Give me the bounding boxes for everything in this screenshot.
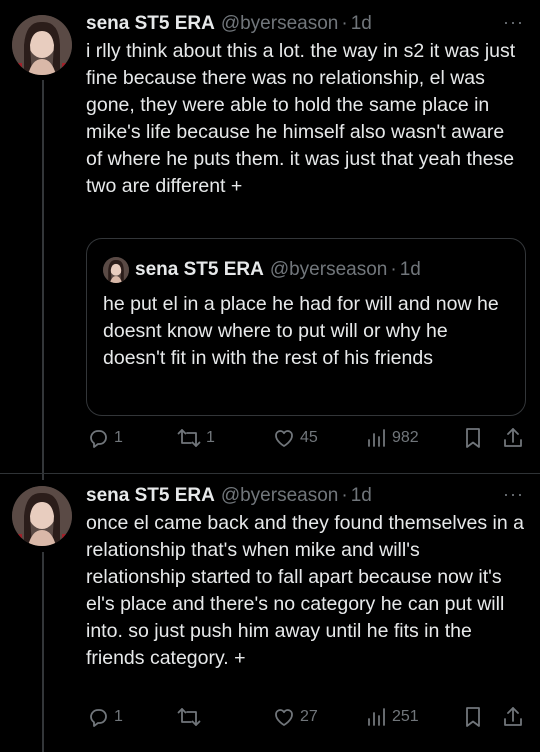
quote-header: sena ST5 ERA @byerseason · 1d [103, 257, 421, 283]
display-name[interactable]: sena ST5 ERA [86, 12, 215, 36]
share-button[interactable] [502, 705, 524, 729]
action-bar: 1 1 45 982 [86, 426, 526, 454]
bookmark-icon [466, 707, 480, 727]
retweet-button[interactable]: 1 [176, 426, 215, 450]
views-icon [368, 708, 385, 726]
bookmark-button[interactable] [462, 426, 484, 450]
quote-tweet[interactable]: sena ST5 ERA @byerseason · 1d he put el … [86, 238, 526, 416]
tweet-header: sena ST5 ERA @byerseason · 1d [86, 484, 524, 508]
view-count: 251 [392, 708, 419, 725]
tweet[interactable]: sena ST5 ERA @byerseason · 1d ··· i rlly… [0, 0, 540, 470]
separator-dot: · [341, 485, 348, 506]
share-icon [504, 707, 522, 726]
retweet-icon [177, 708, 201, 726]
reply-icon [90, 430, 107, 448]
quote-username: @byerseason [269, 259, 388, 280]
avatar[interactable] [12, 486, 72, 546]
tweet-text: i rlly think about this a lot. the way i… [86, 40, 516, 197]
share-icon [504, 428, 522, 447]
display-name[interactable]: sena ST5 ERA [86, 484, 215, 508]
separator-dot: · [390, 259, 397, 280]
reply-button[interactable]: 1 [86, 426, 123, 450]
share-button[interactable] [502, 426, 524, 450]
retweet-button[interactable] [176, 705, 206, 729]
heart-icon [275, 709, 293, 726]
avatar[interactable] [12, 15, 72, 75]
views-button[interactable]: 251 [366, 705, 419, 729]
like-count: 27 [300, 708, 318, 725]
like-button[interactable]: 45 [272, 426, 318, 450]
username[interactable]: @byerseason [221, 12, 339, 36]
reply-icon [90, 709, 107, 727]
view-count: 982 [392, 429, 419, 446]
retweet-count: 1 [206, 429, 215, 446]
tweet[interactable]: sena ST5 ERA @byerseason · 1d ··· once e… [0, 474, 540, 752]
action-bar: 1 27 251 [86, 705, 526, 733]
reply-button[interactable]: 1 [86, 705, 123, 729]
separator-dot: · [341, 13, 348, 34]
reply-count: 1 [114, 429, 123, 446]
like-count: 45 [300, 429, 318, 446]
timestamp[interactable]: 1d [351, 484, 372, 508]
quote-text: he put el in a place he had for will and… [103, 293, 499, 369]
quote-timestamp: 1d [399, 259, 421, 280]
retweet-icon [177, 429, 201, 447]
heart-icon [275, 430, 293, 447]
views-button[interactable]: 982 [366, 426, 419, 450]
quote-display-name: sena ST5 ERA [135, 259, 264, 280]
views-icon [368, 429, 385, 447]
more-options-icon[interactable]: ··· [503, 12, 524, 32]
username[interactable]: @byerseason [221, 484, 339, 508]
like-button[interactable]: 27 [272, 705, 318, 729]
reply-count: 1 [114, 708, 123, 725]
tweet-text: once el came back and they found themsel… [86, 512, 524, 669]
bookmark-icon [466, 428, 480, 448]
quote-avatar [103, 257, 129, 283]
more-options-icon[interactable]: ··· [503, 484, 524, 504]
bookmark-button[interactable] [462, 705, 484, 729]
timestamp[interactable]: 1d [351, 12, 372, 36]
tweet-header: sena ST5 ERA @byerseason · 1d [86, 12, 524, 36]
